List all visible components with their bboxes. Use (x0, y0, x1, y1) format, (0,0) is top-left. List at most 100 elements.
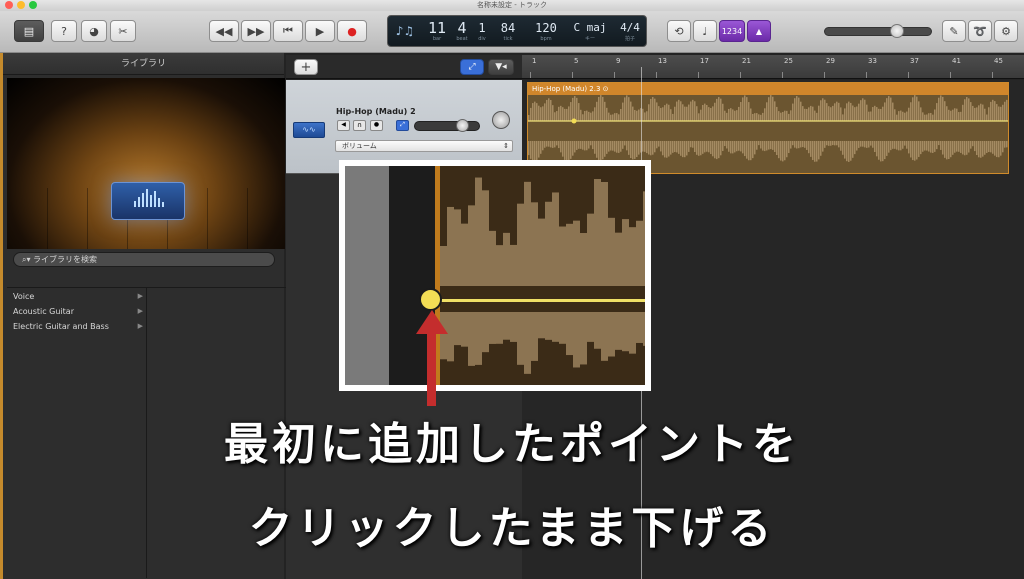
caption-line-2: クリックしたまま下げる (248, 503, 776, 554)
ruler-mark-label: 25 (784, 57, 793, 65)
title-bar: 名称未設定 - トラック (0, 0, 1024, 11)
rewind-button[interactable]: ◀◀ (209, 20, 239, 42)
lcd-tick-caption: tick (503, 36, 513, 42)
help-button[interactable]: ? (51, 20, 77, 42)
ruler-tick (866, 72, 867, 78)
red-arrow-shaft (427, 330, 436, 406)
notepad-button[interactable]: ✎ (942, 20, 966, 42)
search-icon: ⌕▾ (22, 255, 31, 264)
mute-button[interactable]: ◀ (337, 120, 350, 131)
library-search-input[interactable]: ⌕▾ ライブラリを検索 (13, 252, 275, 267)
lcd-beat-caption: beat (456, 36, 468, 42)
smart-controls-icon: ◕ (89, 24, 99, 38)
zoom-header-strip (345, 166, 389, 385)
add-track-label: + (300, 59, 312, 75)
count-in-button[interactable]: 1234 (719, 20, 745, 42)
metronome-icon: ▲ (755, 26, 763, 36)
master-volume-knob[interactable] (890, 24, 904, 38)
tracks-header-bar: + ⤢ ▼◂ (286, 55, 522, 79)
go-to-beginning-button[interactable]: ⏮ (273, 20, 303, 42)
track-filter-button[interactable]: ▼◂ (488, 59, 514, 75)
ruler-mark-label: 9 (616, 57, 621, 65)
ruler-mark-label: 1 (532, 57, 537, 65)
headphones-button[interactable]: ∩ (353, 120, 366, 131)
smart-controls-button[interactable]: ◕ (81, 20, 107, 42)
library-item-acoustic-guitar[interactable]: Acoustic Guitar ▶ (13, 307, 143, 316)
record-enable-button[interactable]: ● (370, 120, 383, 131)
control-bar: ▤ ? ◕ ✂ ◀◀ ▶▶ ⏮ ▶ ● ♪♫ 11 bar 4 beat 1 d… (0, 11, 1024, 53)
lcd-tempo-caption: bpm (540, 36, 552, 42)
library-item-label: Voice (13, 292, 35, 301)
ruler-tick (992, 72, 993, 78)
lcd-tick-value: 84 (500, 21, 516, 35)
lcd-signature-value[interactable]: 4/4 (616, 20, 644, 36)
ruler-mark-label: 41 (952, 57, 961, 65)
track-volume-knob[interactable] (456, 119, 469, 132)
library-title: ライブラリ (3, 53, 284, 75)
automation-icon: ⤢ (468, 62, 476, 72)
media-browser-icon: ⚙ (1001, 24, 1011, 38)
chevron-right-icon: ▶ (137, 307, 143, 315)
lcd-division-value: 1 (478, 21, 486, 35)
track-pan-knob[interactable] (492, 111, 510, 129)
track-volume-slider[interactable] (414, 121, 480, 131)
lcd-display[interactable]: ♪♫ 11 bar 4 beat 1 div 84 tick 120 bpm C… (387, 15, 647, 47)
automation-parameter-menu[interactable]: ボリューム ⇕ (335, 140, 513, 152)
lcd-bar-value: 11 (427, 19, 447, 37)
lcd-tempo-value[interactable]: 120 (530, 20, 562, 36)
library-icon: ▤ (23, 24, 35, 38)
play-button[interactable]: ▶ (305, 20, 335, 42)
floor-board-line (207, 188, 208, 249)
track-icon: ∿∿ (293, 122, 325, 138)
automation-point[interactable] (419, 288, 442, 311)
ruler-mark-label: 5 (574, 57, 579, 65)
ruler-mark-label: 45 (994, 57, 1003, 65)
library-search-placeholder: ライブラリを検索 (33, 255, 98, 264)
lcd-key-value[interactable]: C maj (568, 20, 612, 36)
library-item-electric-guitar-and-bass[interactable]: Electric Guitar and Bass ▶ (13, 322, 143, 331)
library-item-voice[interactable]: Voice ▶ (13, 292, 143, 301)
ruler-tick (572, 72, 573, 78)
tuner-button[interactable]: ♩ (693, 20, 717, 42)
apple-loops-button[interactable]: ➰ (968, 20, 992, 42)
library-button[interactable]: ▤ (14, 20, 44, 42)
automation-parameter-label: ボリューム (342, 142, 377, 150)
cycle-button[interactable]: ⟲ (667, 20, 691, 42)
ruler-tick (908, 72, 909, 78)
editors-button[interactable]: ✂ (110, 20, 136, 42)
count-in-label: 1234 (721, 26, 743, 36)
add-track-button[interactable]: + (294, 59, 318, 75)
lcd-key-caption: キー (584, 36, 595, 42)
track-automation-button[interactable]: ⤢ (396, 120, 409, 131)
timeline-ruler[interactable]: 1 5 9 13 17 21 25 29 33 37 41 45 (522, 55, 1024, 79)
loop-icon: ⊙ (602, 85, 609, 93)
library-item-label: Electric Guitar and Bass (13, 322, 109, 331)
lcd-bar-caption: bar (432, 36, 442, 42)
ruler-tick (698, 72, 699, 78)
record-dot-icon: ● (373, 121, 380, 128)
fast-forward-button[interactable]: ▶▶ (241, 20, 271, 42)
window-title: 名称未設定 - トラック (477, 1, 547, 9)
ruler-tick (614, 72, 615, 78)
rewind-icon: ◀◀ (215, 24, 233, 38)
caption-line-1: 最初に追加したポイントを (224, 419, 800, 470)
automation-toggle-button[interactable]: ⤢ (460, 59, 484, 75)
ruler-tick (740, 72, 741, 78)
ruler-mark-label: 33 (868, 57, 877, 65)
notepad-icon: ✎ (949, 24, 959, 38)
floor-board-line (47, 188, 48, 249)
record-icon: ● (347, 24, 357, 38)
floor-board-line (247, 188, 248, 249)
record-button[interactable]: ● (337, 20, 367, 42)
lcd-mode-icon[interactable]: ♪♫ (392, 24, 418, 38)
floor-board-line (87, 188, 88, 249)
help-icon: ? (61, 24, 67, 38)
ruler-tick (782, 72, 783, 78)
ruler-tick (950, 72, 951, 78)
track-name[interactable]: Hip-Hop (Madu) 2 (336, 107, 416, 116)
master-volume-slider[interactable] (824, 27, 932, 36)
metronome-button[interactable]: ▲ (747, 20, 771, 42)
library-item-label: Acoustic Guitar (13, 307, 74, 316)
media-browser-button[interactable]: ⚙ (994, 20, 1018, 42)
automation-icon: ⤢ (400, 121, 405, 128)
